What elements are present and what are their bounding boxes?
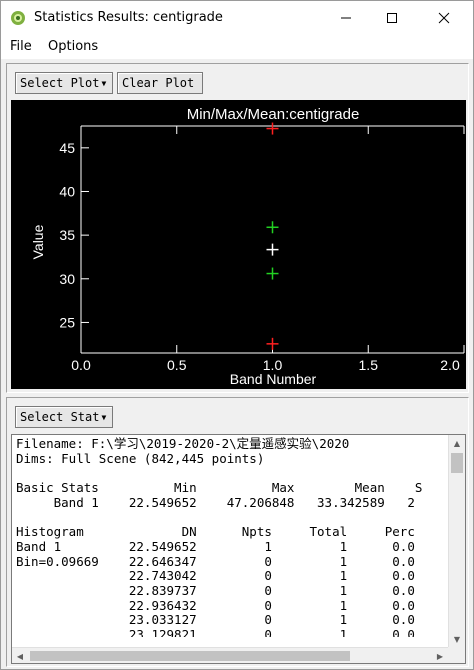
- clear-plot-label: Clear Plot: [122, 76, 195, 90]
- report-line: [16, 510, 444, 525]
- report-line: Dims: Full Scene (842,445 points): [16, 450, 265, 466]
- vertical-scroll-thumb[interactable]: [451, 453, 463, 473]
- select-stat-label: Select Stat: [20, 410, 100, 424]
- select-stat-button[interactable]: Select Stat ▼: [15, 406, 113, 428]
- plus-marker: [266, 267, 279, 280]
- plot-panel: Select Plot ▼ Clear Plot Min/Max/Mean:ce…: [6, 63, 469, 393]
- plus-marker: [266, 243, 279, 256]
- report-line: 22.743042 0 1 0.0: [16, 568, 415, 584]
- y-tick-label: 40: [59, 183, 75, 199]
- report-line: 23.129821 0 1 0.0: [16, 626, 415, 637]
- report-content: Filename: F:\学习\2019-2020-2\定量遥感实验\2020 D…: [16, 437, 444, 637]
- scroll-right-icon[interactable]: ▶: [432, 648, 448, 663]
- clear-plot-button[interactable]: Clear Plot: [117, 72, 203, 94]
- y-tick-label: 25: [59, 314, 75, 330]
- scroll-down-icon[interactable]: ▼: [449, 631, 465, 647]
- statistics-report-text[interactable]: Filename: F:\学习\2019-2020-2\定量遥感实验\2020 D…: [11, 434, 466, 664]
- plus-marker: [266, 337, 279, 350]
- dropdown-arrow-icon: ▼: [101, 412, 107, 422]
- x-tick-label: 2.0: [440, 357, 460, 373]
- scroll-up-icon[interactable]: ▲: [449, 435, 465, 451]
- report-line: Bin=0.09669 22.646347 0 1 0.0: [16, 553, 415, 569]
- dropdown-arrow-icon: ▼: [101, 78, 107, 88]
- y-axis-label: Value: [30, 224, 46, 259]
- plus-marker: [266, 122, 279, 135]
- idl-app-icon: [11, 11, 25, 25]
- y-tick-label: 30: [59, 271, 75, 287]
- x-axis-label: Band Number: [230, 371, 317, 387]
- menu-bar: File Options: [1, 35, 473, 59]
- window-title: Statistics Results: centigrade: [34, 10, 223, 25]
- report-line: Band 1 22.549652 1 1 0.0: [16, 538, 415, 554]
- maximize-icon: [387, 13, 397, 23]
- plus-marker: [266, 221, 279, 234]
- report-line: Basic Stats Min Max Mean S: [16, 480, 423, 496]
- report-line: Histogram DN Npts Total Perc: [16, 524, 415, 540]
- x-tick-label: 1.5: [359, 357, 379, 373]
- title-bar[interactable]: Statistics Results: centigrade: [1, 1, 473, 35]
- min-max-mean-chart: Min/Max/Mean:centigrade 0.0 0.5 1.0 1.5 2.02…: [30, 106, 465, 387]
- horizontal-scroll-thumb[interactable]: [30, 651, 350, 661]
- close-icon: [438, 12, 450, 24]
- maximize-button[interactable]: [369, 1, 415, 35]
- close-button[interactable]: [421, 1, 467, 35]
- minimize-button[interactable]: [323, 1, 369, 35]
- chart-title: Min/Max/Mean:centigrade: [187, 106, 360, 123]
- vertical-scrollbar[interactable]: ▲ ▼: [448, 435, 465, 647]
- select-plot-button[interactable]: Select Plot ▼: [15, 72, 113, 94]
- scroll-left-icon[interactable]: ◀: [12, 648, 28, 663]
- report-line: 22.839737 0 1 0.0: [16, 582, 415, 598]
- minimize-icon: [341, 17, 351, 19]
- plot-canvas[interactable]: Min/Max/Mean:centigrade 0.0 0.5 1.0 1.5 2.0 2…: [11, 100, 466, 389]
- report-line: 23.033127 0 1 0.0: [16, 612, 415, 628]
- select-plot-label: Select Plot: [20, 76, 100, 90]
- report-line: Band 1 22.549652 47.206848 33.342589 2: [16, 494, 415, 510]
- menu-options[interactable]: Options: [48, 39, 98, 54]
- horizontal-scrollbar[interactable]: ◀ ▶: [12, 647, 448, 663]
- menu-file[interactable]: File: [10, 39, 32, 54]
- report-line: [16, 466, 444, 481]
- y-tick-label: 35: [59, 227, 75, 243]
- x-tick-label: 0.0: [71, 357, 91, 373]
- y-tick-label: 45: [59, 140, 75, 156]
- statistics-results-window: Statistics Results: centigrade File Opti…: [0, 0, 474, 670]
- report-line: 22.936432 0 1 0.0: [16, 597, 415, 613]
- report-line: Filename: F:\学习\2019-2020-2\定量遥感实验\2020: [16, 437, 350, 451]
- stats-panel: Select Stat ▼ Filename: F:\学习\2019-2020-…: [6, 397, 469, 667]
- x-tick-label: 0.5: [167, 357, 187, 373]
- scrollbar-corner: [448, 647, 465, 663]
